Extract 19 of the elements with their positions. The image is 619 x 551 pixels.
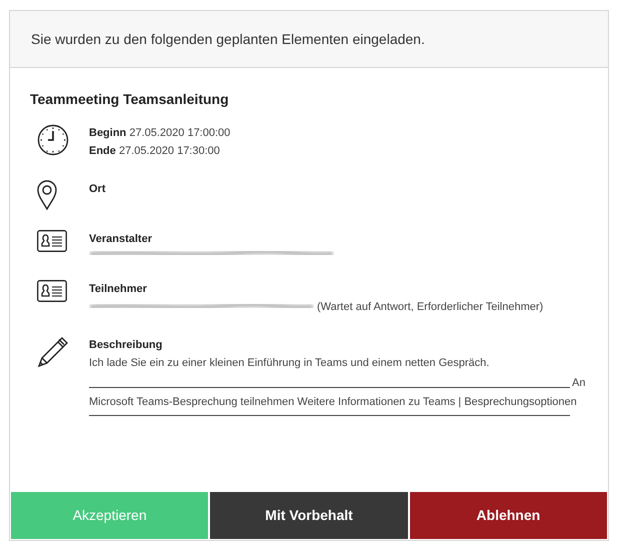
field-label: Ort [89, 182, 106, 197]
description-text: An [572, 376, 586, 391]
time-line: Beginn 27.05.2020 17:00:00 [89, 126, 230, 141]
decline-button[interactable]: Ablehnen [410, 492, 607, 539]
field-label: Beschreibung [89, 338, 164, 353]
attendee-status: (Wartet auf Antwort, Erforderlicher Teilnehmer) [317, 300, 544, 315]
contact-card-icon [37, 280, 67, 302]
clock-icon [37, 124, 69, 156]
field-label: Teilnehmer [89, 282, 148, 297]
map-pin-icon [37, 180, 57, 210]
description-text: Ich lade Sie ein zu einer kleinen Einführung in Teams und einem netten Gespräch. [89, 356, 490, 371]
header-text: Sie wurden zu den folgenden geplanten Elementen eingeladen. [31, 30, 425, 49]
field-label: Veranstalter [89, 232, 153, 247]
pencil-icon [37, 336, 69, 368]
contact-card-icon [37, 230, 67, 252]
description-text: Microsoft Teams-Besprechung teilnehmen Weitere Informationen zu Teams | Besprechungsoptionen [89, 395, 578, 410]
tentative-button[interactable]: Mit Vorbehalt [210, 492, 408, 539]
time-line: Ende 27.05.2020 17:30:00 [89, 144, 221, 159]
event-title: Teammeeting Teamsanleitung [30, 90, 230, 109]
